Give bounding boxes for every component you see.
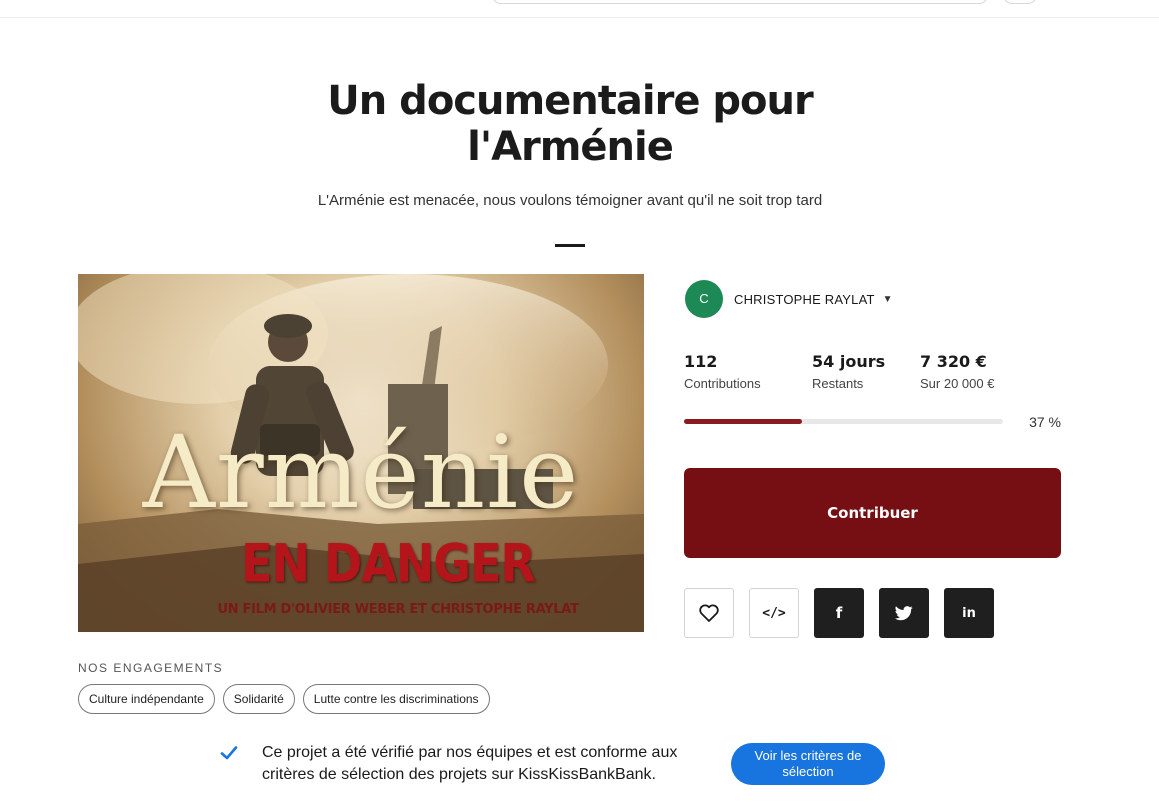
top-navigation-bar [0,0,1159,18]
hero-title: Arménie [142,414,580,531]
funding-progress-bar [684,419,1003,424]
twitter-icon [895,605,913,620]
share-actions: </> f in [684,588,994,638]
embed-button[interactable]: </> [749,588,799,638]
title-divider [555,244,585,247]
view-criteria-button[interactable]: Voir les critères de sélection [731,743,885,785]
engagement-tags: Culture indépendante Solidarité Lutte co… [78,684,490,714]
stat-value: 7 320 € [920,352,987,371]
stat-value: 54 jours [812,352,886,371]
chevron-down-icon: ▼ [882,293,893,305]
heart-icon [699,604,719,622]
owner-name: CHRISTOPHE RAYLAT [734,291,875,307]
page-title: Un documentaire pour l'Arménie [327,78,813,170]
avatar: C [685,280,723,318]
facebook-icon: f [835,604,843,622]
project-owner[interactable]: C CHRISTOPHE RAYLAT ▼ [685,280,893,318]
stat-contributions: 112 Contributions [684,352,761,391]
stat-value: 112 [684,352,718,371]
stat-amount-raised: 7 320 € Sur 20 000 € [920,352,994,391]
stat-label: Contributions [684,376,761,391]
contribute-button[interactable]: Contribuer [684,468,1061,558]
stat-label: Sur 20 000 € [920,376,995,391]
twitter-share-button[interactable] [879,588,929,638]
page-subtitle: L'Arménie est menacée, nous voulons témo… [317,192,823,209]
search-bar[interactable] [492,0,988,4]
linkedin-icon: in [962,605,976,621]
engagement-tag[interactable]: Solidarité [222,684,295,714]
engagement-tag[interactable]: Lutte contre les discriminations [302,684,490,714]
project-hero-image[interactable]: Arménie EN DANGER UN FILM D'OLIVIER WEBE… [78,274,644,632]
hero-credit: UN FILM D'OLIVIER WEBER ET CHRISTOPHE RA… [217,602,579,617]
hero-subtitle: EN DANGER [241,531,536,595]
stat-days-remaining: 54 jours Restants [812,352,885,391]
funding-percent: 37 % [1029,414,1061,430]
linkedin-share-button[interactable]: in [944,588,994,638]
engagement-tag[interactable]: Culture indépendante [78,684,215,714]
user-menu-button[interactable] [1003,0,1037,4]
facebook-share-button[interactable]: f [814,588,864,638]
funding-progress-fill [684,419,803,424]
engagements-heading: NOS ENGAGEMENTS [78,661,224,675]
check-icon [220,746,238,760]
verification-text: Ce projet a été vérifié par nos équipes … [262,744,678,783]
embed-icon: </> [762,605,786,621]
stat-label: Restants [812,376,864,391]
favorite-button[interactable] [684,588,734,638]
